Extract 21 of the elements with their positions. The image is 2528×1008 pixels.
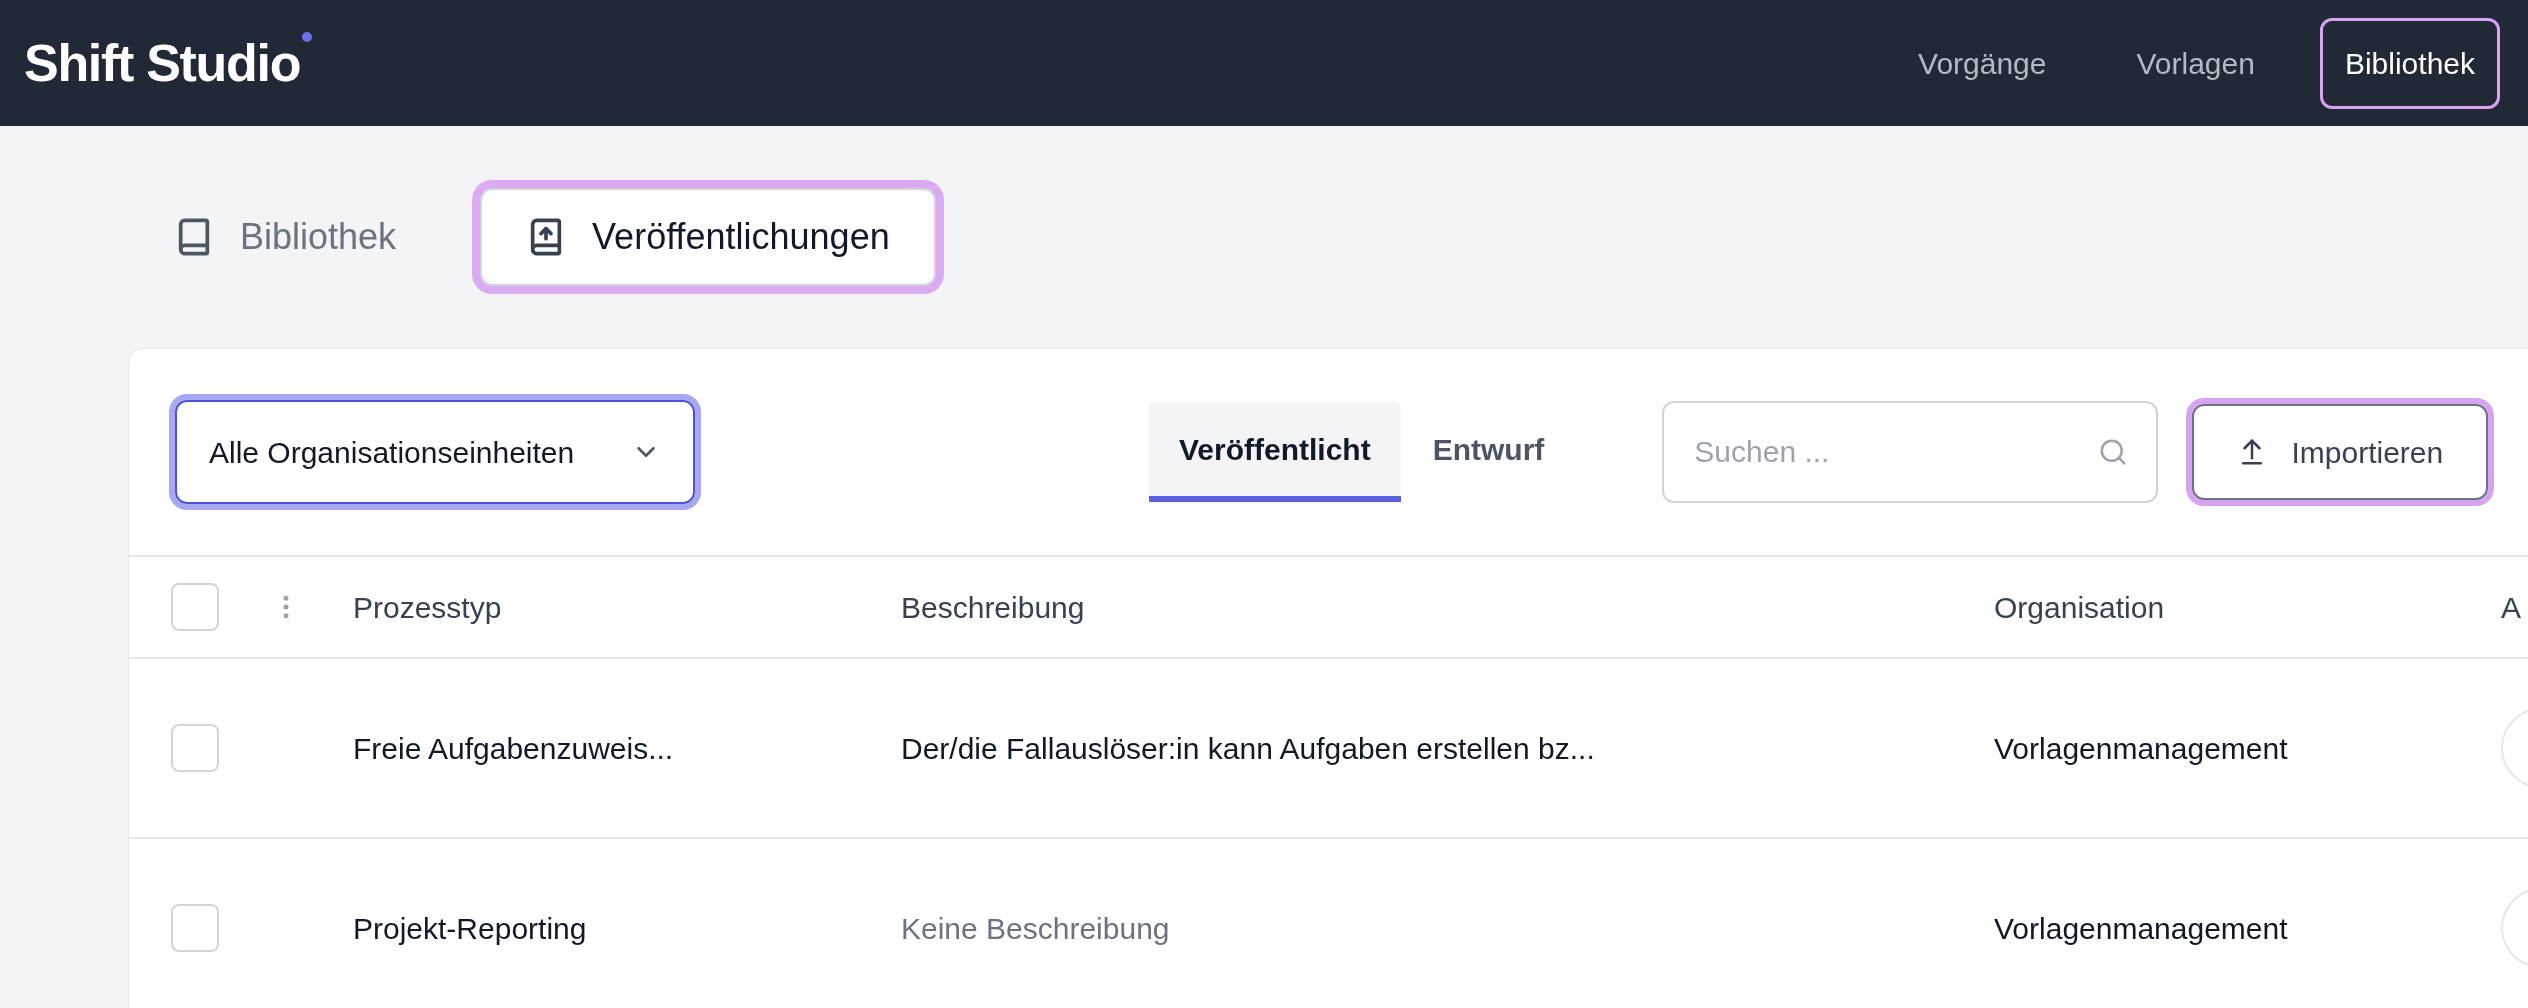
table-cell-text: Vorlagenmanagement bbox=[1994, 730, 2289, 767]
table-cell-text: Keine Beschreibung bbox=[901, 910, 1171, 947]
column-header: Organisation bbox=[1994, 589, 2166, 626]
table-cell-text: Freie Aufgabenzuweis... bbox=[353, 730, 675, 767]
column-header: A bbox=[2501, 589, 2522, 626]
column-header: Prozesstyp bbox=[353, 589, 503, 626]
nav-link[interactable]: Vorlagen bbox=[2111, 17, 2280, 109]
status-tab[interactable]: Veröffentlicht bbox=[1149, 402, 1401, 502]
checkbox[interactable] bbox=[171, 583, 219, 631]
checkbox[interactable] bbox=[171, 904, 219, 952]
search-field[interactable]: Suchen ... bbox=[1662, 401, 2159, 503]
table-cell-text: Projekt-Reporting bbox=[353, 910, 588, 947]
view-tab[interactable]: Bibliothek bbox=[150, 188, 421, 286]
status-tab[interactable]: Entwurf bbox=[1402, 402, 1575, 502]
checkbox[interactable] bbox=[171, 724, 219, 772]
logo: Shift Studio bbox=[24, 33, 301, 94]
table-cell-text: Vorlagenmanagement bbox=[1994, 910, 2289, 947]
nav-link[interactable]: Bibliothek bbox=[2319, 17, 2500, 109]
nav-link[interactable]: Vorgänge bbox=[1893, 17, 2072, 109]
column-header: Beschreibung bbox=[901, 589, 1086, 626]
table-cell-text: Der/die Fallauslöser:in kann Aufgaben erstellen bz... bbox=[901, 730, 1596, 767]
